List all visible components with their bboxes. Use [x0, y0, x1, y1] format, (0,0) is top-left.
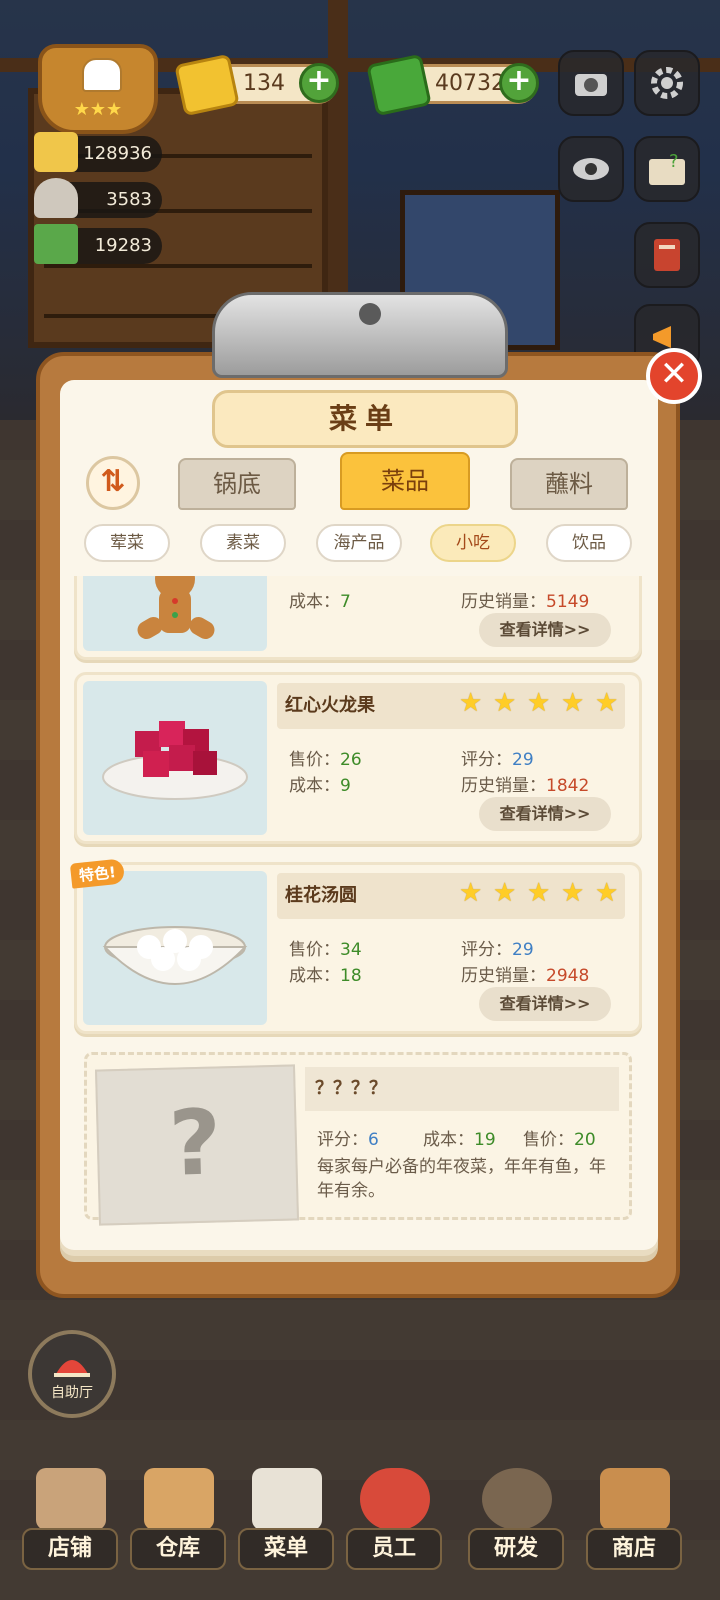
star-icon: ★	[459, 878, 483, 908]
dish-rating-stars: ★ ★ ★ ★ ★	[459, 878, 619, 908]
panel-title: 菜单	[212, 390, 518, 448]
settings-button[interactable]	[634, 50, 700, 116]
gingerbread-man-icon	[137, 576, 215, 639]
sort-button[interactable]: ⇅	[86, 456, 140, 510]
view-details-button[interactable]: 查看详情>>	[479, 613, 611, 647]
dish-list[interactable]: 成本：7 历史销量：5149 查看详情>> 红心火龙果 ★ ★ ★ ★ ★ 售价：26	[60, 576, 658, 1226]
dish-sales: 1842	[546, 776, 590, 796]
dish-cost: 18	[340, 966, 362, 986]
stat-customers: 128936	[34, 132, 162, 172]
self-service-label: 自助厅	[51, 1385, 93, 1401]
dish-thumbnail	[83, 576, 267, 651]
tab-dips[interactable]: 蘸料	[510, 458, 628, 510]
subtab-meat[interactable]: 荤菜	[84, 524, 170, 562]
rank-stars: ★★★	[73, 99, 123, 120]
nav-warehouse[interactable]: 仓库	[128, 1452, 228, 1582]
journal-button[interactable]	[634, 222, 700, 288]
dish-thumbnail	[83, 681, 267, 835]
chef-rank-badge[interactable]: ★★★	[38, 44, 158, 134]
locked-dish-name: ？？？？	[315, 1078, 387, 1099]
cloche-icon	[54, 1360, 90, 1377]
nav-store[interactable]: 商店	[584, 1452, 684, 1582]
clipboard-icon	[252, 1468, 322, 1530]
star-icon: ★	[595, 688, 619, 718]
dish-card[interactable]: 红心火龙果 ★ ★ ★ ★ ★ 售价：26 成本：9 评分：29 历史销量：1842 查…	[74, 672, 642, 844]
subtab-vegetable[interactable]: 素菜	[200, 524, 286, 562]
star-icon: ★	[493, 878, 517, 908]
serving-dome-icon	[34, 178, 78, 218]
counter-icon	[34, 132, 78, 172]
gem-amount: 134	[243, 71, 285, 96]
dish-price: 34	[340, 940, 362, 960]
storefront-icon	[36, 1468, 106, 1530]
dish-card[interactable]: 成本：7 历史销量：5149 查看详情>>	[74, 576, 642, 660]
camera-icon	[575, 74, 607, 96]
dish-thumbnail	[83, 871, 267, 1025]
gear-icon	[651, 67, 683, 99]
star-icon: ★	[459, 688, 483, 718]
dish-rating-stars: ★ ★ ★ ★ ★	[459, 688, 619, 718]
eye-icon	[573, 158, 609, 180]
nav-staff[interactable]: 员工	[344, 1452, 444, 1582]
boxes-icon	[144, 1468, 214, 1530]
dish-cost: 7	[340, 592, 351, 612]
guide-button[interactable]: ?	[634, 136, 700, 202]
gem-counter: 134 +	[174, 53, 339, 117]
cash-counter: 407329 +	[366, 53, 539, 117]
journal-icon	[654, 239, 680, 271]
dish-score: 29	[512, 940, 534, 960]
self-service-button[interactable]: 自助厅	[28, 1330, 116, 1418]
locked-description: 每家每户必备的年夜菜，年年有鱼，年年有余。	[317, 1157, 606, 1201]
dish-sales: 5149	[546, 592, 590, 612]
chef-girl-icon	[360, 1468, 430, 1530]
add-gems-button[interactable]: +	[299, 63, 339, 103]
stat-dishes: 3583	[34, 178, 162, 218]
stat-recipes: 19283	[34, 224, 162, 264]
star-icon: ★	[527, 688, 551, 718]
nav-shop-front[interactable]: 店铺	[20, 1452, 120, 1582]
recipe-book-icon	[34, 224, 78, 264]
star-icon: ★	[561, 688, 585, 718]
locked-cost: 19	[474, 1130, 496, 1150]
help-book-icon: ?	[649, 151, 685, 185]
nav-menu[interactable]: 菜单	[236, 1452, 336, 1582]
dish-name: 桂花汤圆	[285, 885, 357, 906]
view-details-button[interactable]: 查看详情>>	[479, 797, 611, 831]
tab-dishes[interactable]: 菜品	[340, 452, 470, 510]
dish-score: 29	[512, 750, 534, 770]
clipboard-clip	[212, 292, 508, 378]
star-icon: ★	[595, 878, 619, 908]
dish-cost: 9	[340, 776, 351, 796]
dish-sales: 2948	[546, 966, 590, 986]
bottom-nav: 店铺 仓库 菜单 员工 研发 商店	[0, 1452, 720, 1600]
tab-pot-base[interactable]: 锅底	[178, 458, 296, 510]
subtab-seafood[interactable]: 海产品	[316, 524, 402, 562]
star-icon: ★	[527, 878, 551, 908]
tangyuan-bowl-icon	[102, 926, 248, 985]
dish-name: 红心火龙果	[285, 695, 375, 716]
locked-dish-card[interactable]: ? ？？？？ 评分：6 成本：19 售价：20 每家每户必备的年夜菜，年年有鱼，…	[84, 1052, 632, 1226]
megaphone-icon	[653, 326, 671, 348]
locked-score: 6	[368, 1130, 379, 1150]
dish-card[interactable]: 特色! 桂花汤圆 ★ ★ ★ ★ ★ 售价：34 成本：18 评分：29 历史销量：29…	[69, 858, 642, 1034]
dish-price: 26	[340, 750, 362, 770]
question-mark-icon: ?	[167, 1090, 223, 1197]
star-icon: ★	[561, 878, 585, 908]
market-stall-icon	[600, 1468, 670, 1530]
wok-icon	[482, 1468, 552, 1530]
chef-hat-icon	[82, 58, 122, 92]
add-cash-button[interactable]: +	[499, 63, 539, 103]
locked-thumbnail: ?	[94, 1064, 300, 1226]
dragon-fruit-plate-icon	[102, 721, 248, 800]
nav-research[interactable]: 研发	[466, 1452, 566, 1582]
view-button[interactable]	[558, 136, 624, 202]
star-icon: ★	[493, 688, 517, 718]
subtab-drinks[interactable]: 饮品	[546, 524, 632, 562]
subtab-snacks[interactable]: 小吃	[430, 524, 516, 562]
svg-text:?: ?	[669, 151, 679, 172]
view-details-button[interactable]: 查看详情>>	[479, 987, 611, 1021]
close-button[interactable]: ✕	[646, 348, 702, 404]
locked-price: 20	[574, 1130, 596, 1150]
camera-button[interactable]	[558, 50, 624, 116]
